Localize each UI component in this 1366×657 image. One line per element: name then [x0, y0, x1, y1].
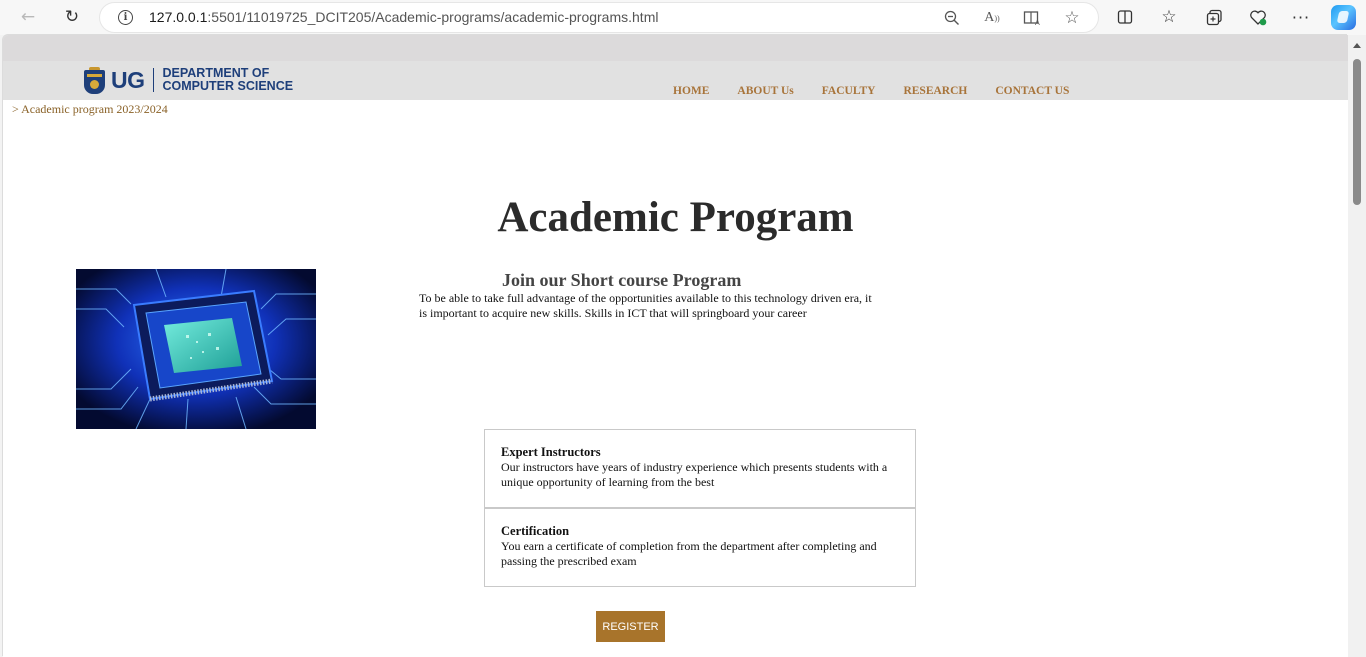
feature-title: Expert Instructors — [501, 445, 601, 459]
page-viewport: UG DEPARTMENT OF COMPUTER SCIENCE HOME A… — [3, 35, 1348, 657]
info-icon[interactable]: i — [118, 10, 133, 25]
logo-short: UG — [111, 66, 145, 93]
address-bar[interactable]: i 127.0.0.1:5501/11019725_DCIT205/Academ… — [100, 3, 1098, 32]
logo-line2: COMPUTER SCIENCE — [162, 79, 294, 93]
feature-text: Our instructors have years of industry e… — [501, 460, 888, 489]
refresh-icon[interactable]: ↻ — [60, 6, 84, 28]
page-scrollbar[interactable] — [1348, 35, 1366, 657]
read-aloud-icon[interactable]: A)) — [982, 8, 1002, 28]
immersive-reader-icon[interactable]: A — [1022, 8, 1042, 28]
favorite-star-icon[interactable]: ☆ — [1062, 8, 1082, 28]
more-menu-icon[interactable]: ··· — [1290, 6, 1312, 28]
nav-research[interactable]: RESEARCH — [903, 85, 967, 97]
collections-icon[interactable] — [1203, 6, 1225, 28]
logo-text: DEPARTMENT OF COMPUTER SCIENCE — [163, 67, 294, 93]
intro-text: To be able to take full advantage of the… — [419, 291, 872, 320]
svg-text:A: A — [1035, 19, 1040, 26]
feature-list: Expert Instructors Our instructors have … — [484, 429, 916, 587]
feature-card-instructors: Expert Instructors Our instructors have … — [484, 429, 916, 508]
site-header: UG DEPARTMENT OF COMPUTER SCIENCE HOME A… — [3, 35, 1348, 100]
scroll-up-icon[interactable] — [1353, 43, 1361, 48]
browser-essentials-icon[interactable] — [1247, 6, 1269, 28]
nav-about[interactable]: ABOUT Us — [737, 85, 793, 97]
feature-card-certification: Certification You earn a certificate of … — [484, 508, 916, 587]
feature-text: You earn a certificate of completion fro… — [501, 539, 877, 568]
scroll-thumb[interactable] — [1353, 59, 1361, 205]
split-screen-icon[interactable] — [1114, 6, 1136, 28]
nav-contact[interactable]: CONTACT US — [995, 85, 1069, 97]
copilot-icon[interactable] — [1331, 5, 1356, 30]
url-text[interactable]: 127.0.0.1:5501/11019725_DCIT205/Academic… — [149, 9, 658, 25]
browser-toolbar: ← ↻ i 127.0.0.1:5501/11019725_DCIT205/Ac… — [0, 0, 1366, 35]
department-logo[interactable]: UG DEPARTMENT OF COMPUTER SCIENCE — [84, 66, 293, 94]
intro-heading: Join our Short course Program — [502, 270, 742, 290]
site-nav: HOME ABOUT Us FACULTY RESEARCH CONTACT U… — [673, 85, 1097, 97]
zoom-out-icon[interactable] — [942, 8, 962, 28]
page-title: Academic Program — [497, 194, 854, 241]
feature-title: Certification — [501, 524, 570, 538]
ug-crest-icon — [84, 66, 105, 94]
cpu-chip-image — [76, 269, 316, 429]
nav-home[interactable]: HOME — [673, 85, 709, 97]
logo-divider — [152, 68, 154, 92]
register-button[interactable]: REGISTER — [596, 611, 665, 642]
breadcrumb[interactable]: > Academic program 2023/2024 — [12, 102, 168, 117]
url-path: :5501/11019725_DCIT205/Academic-programs… — [207, 9, 659, 25]
url-host: 127.0.0.1 — [149, 9, 208, 25]
favorites-icon[interactable]: ☆ — [1158, 6, 1180, 28]
back-arrow-icon[interactable]: ← — [16, 6, 40, 28]
nav-faculty[interactable]: FACULTY — [822, 85, 876, 97]
